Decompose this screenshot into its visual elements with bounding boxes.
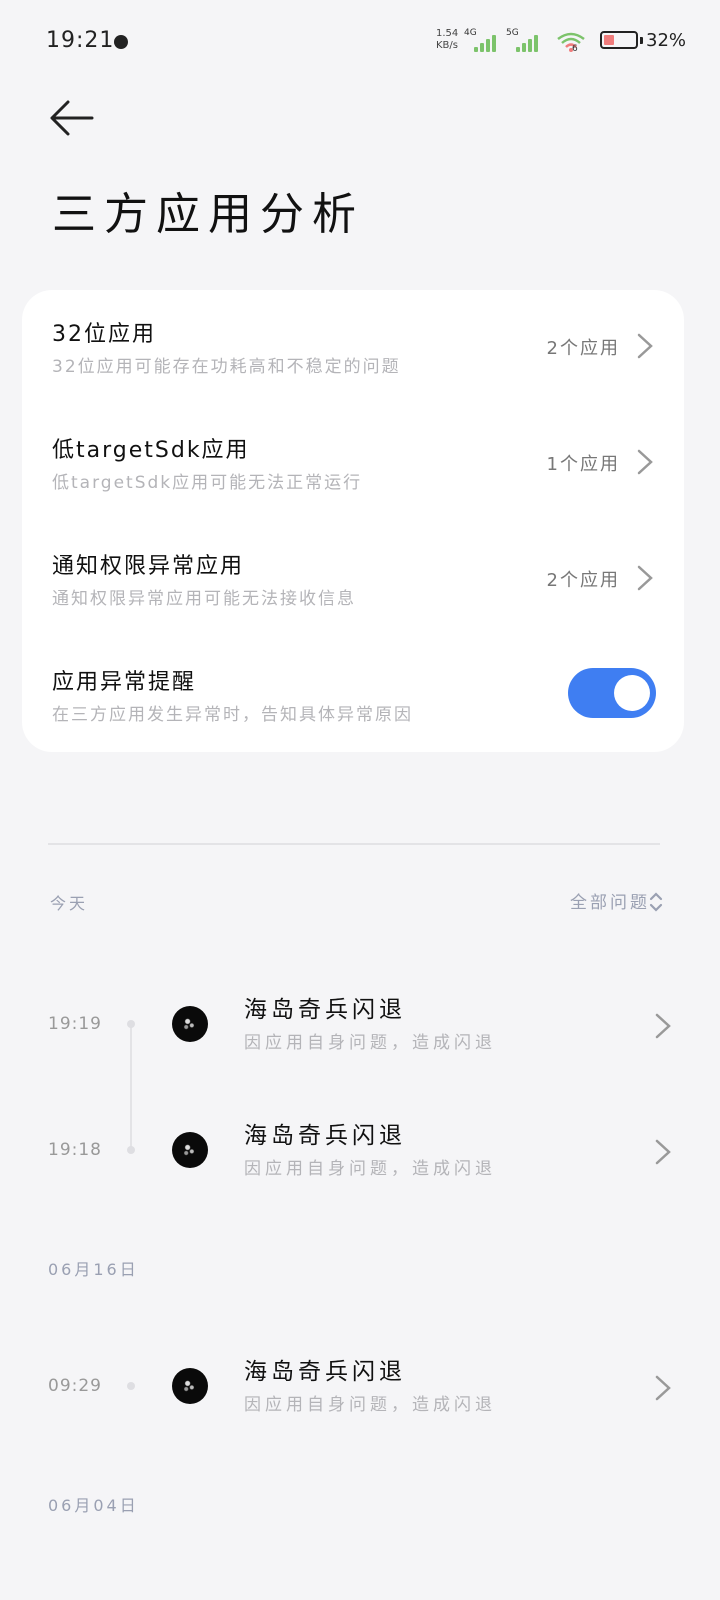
row-subtitle: 32位应用可能存在功耗高和不稳定的问题 [52, 357, 401, 377]
chevron-right-icon [655, 1013, 671, 1039]
battery-cap [640, 37, 643, 44]
row-count: 2个应用 [546, 338, 620, 359]
event-subtitle: 因应用自身问题，造成闪退 [244, 1395, 496, 1415]
status-bar: 19:21 1.54 KB/s 4G 5G 6 32% [0, 0, 720, 86]
chevron-right-icon [655, 1375, 671, 1401]
timeline-dot [127, 1020, 135, 1028]
timeline-dot [127, 1382, 135, 1390]
network-speed-value: 1.54 [436, 28, 459, 39]
row-title: 通知权限异常应用 [52, 554, 245, 579]
row-low-targetsdk-apps[interactable]: 低targetSdk应用 低targetSdk应用可能无法正常运行 1个应用 [22, 406, 684, 522]
wifi-label: 6 [572, 44, 578, 54]
app-icon [172, 1132, 208, 1168]
event-title: 海岛奇兵闪退 [244, 1359, 406, 1385]
event-time: 19:18 [48, 1140, 102, 1160]
sort-updown-icon[interactable] [648, 890, 664, 914]
network-speed: 1.54 KB/s [436, 28, 458, 52]
event-subtitle: 因应用自身问题，造成闪退 [244, 1033, 496, 1053]
row-32bit-apps[interactable]: 32位应用 32位应用可能存在功耗高和不稳定的问题 2个应用 [22, 290, 684, 406]
row-count: 1个应用 [546, 454, 620, 475]
row-title: 低targetSdk应用 [52, 438, 250, 463]
timeline-item[interactable]: 19:18 海岛奇兵闪退 因应用自身问题，造成闪退 [0, 1098, 720, 1198]
wifi-icon [557, 32, 585, 52]
divider [48, 843, 660, 845]
sim1-signal-icon [472, 34, 500, 52]
sim2-signal-icon [514, 34, 542, 52]
row-count: 2个应用 [546, 570, 620, 591]
app-icon [172, 1006, 208, 1042]
battery-level [604, 35, 614, 45]
back-button[interactable] [48, 96, 98, 140]
section-label-date: 06月16日 [48, 1260, 139, 1279]
analysis-card: 32位应用 32位应用可能存在功耗高和不稳定的问题 2个应用 低targetSd… [22, 290, 684, 752]
chevron-right-icon [637, 565, 653, 591]
row-title: 应用异常提醒 [52, 670, 197, 695]
section-label-date: 06月04日 [48, 1496, 139, 1515]
page-title: 三方应用分析 [52, 189, 364, 240]
exception-reminder-toggle[interactable] [568, 668, 656, 718]
sync-icon [114, 35, 128, 49]
event-subtitle: 因应用自身问题，造成闪退 [244, 1159, 496, 1179]
row-title: 32位应用 [52, 322, 156, 347]
row-subtitle: 通知权限异常应用可能无法接收信息 [52, 589, 356, 609]
timeline-item[interactable]: 19:19 海岛奇兵闪退 因应用自身问题，造成闪退 [0, 972, 720, 1072]
network-speed-unit: KB/s [436, 40, 458, 51]
battery-icon [600, 31, 638, 49]
row-notification-permission-apps[interactable]: 通知权限异常应用 通知权限异常应用可能无法接收信息 2个应用 [22, 522, 684, 638]
filter-dropdown[interactable]: 全部问题 [570, 888, 650, 913]
toggle-knob [614, 675, 650, 711]
timeline-item[interactable]: 09:29 海岛奇兵闪退 因应用自身问题，造成闪退 [0, 1334, 720, 1434]
row-subtitle: 在三方应用发生异常时，告知具体异常原因 [52, 705, 413, 725]
chevron-right-icon [637, 333, 653, 359]
event-time: 09:29 [48, 1376, 102, 1396]
event-time: 19:19 [48, 1014, 102, 1034]
chevron-right-icon [655, 1139, 671, 1165]
event-title: 海岛奇兵闪退 [244, 997, 406, 1023]
back-arrow-icon [50, 100, 94, 136]
battery-percent: 32% [646, 30, 687, 51]
chevron-right-icon [637, 449, 653, 475]
app-icon [172, 1368, 208, 1404]
status-time: 19:21 [46, 28, 115, 53]
event-title: 海岛奇兵闪退 [244, 1123, 406, 1149]
row-subtitle: 低targetSdk应用可能无法正常运行 [52, 473, 363, 493]
timeline-dot [127, 1146, 135, 1154]
section-label-today: 今天 [50, 894, 89, 913]
